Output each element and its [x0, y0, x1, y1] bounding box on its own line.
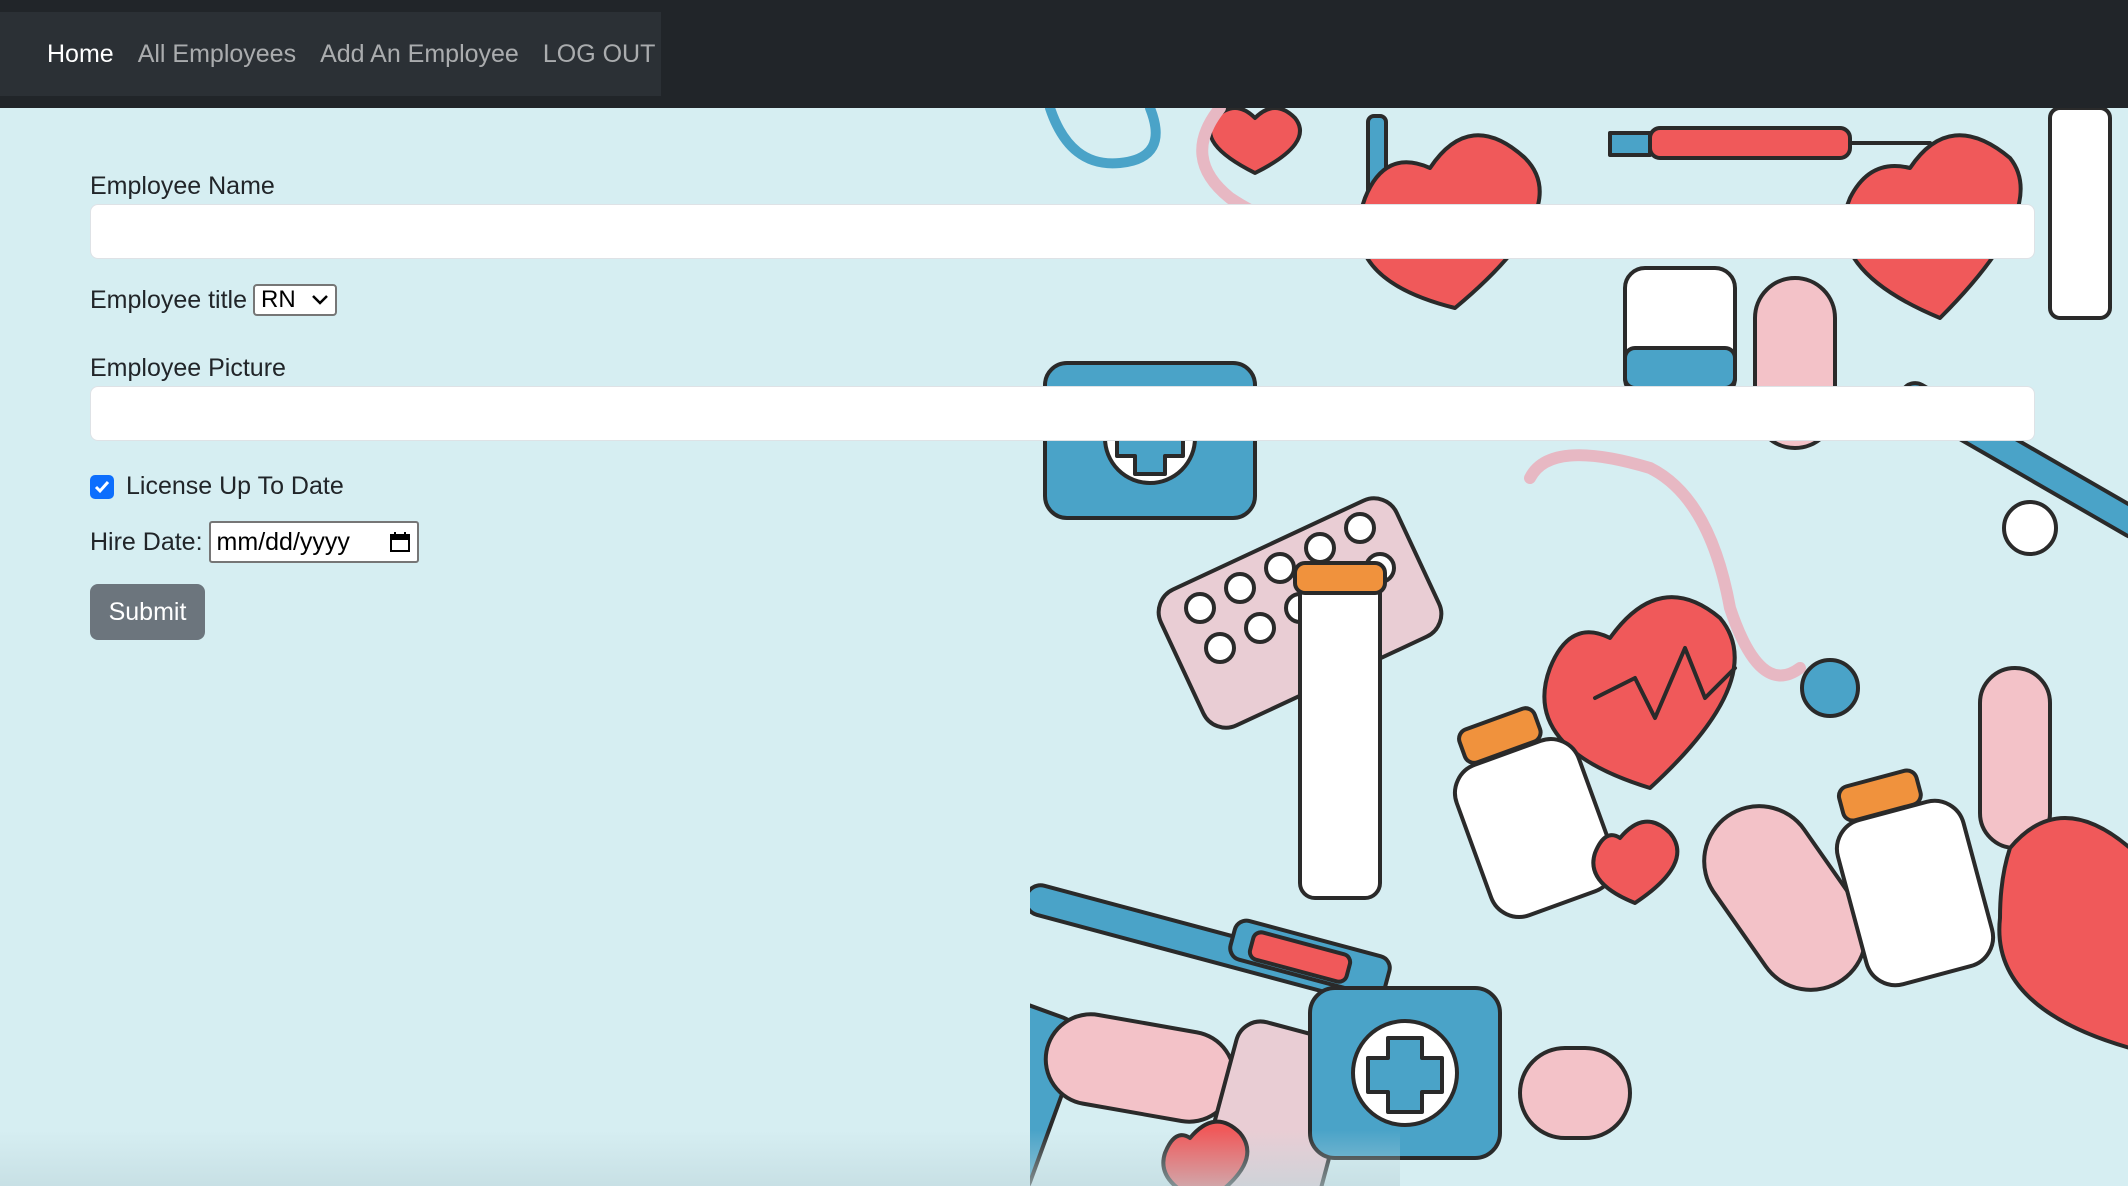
- nav-logout-link[interactable]: LOG OUT: [543, 40, 656, 69]
- employee-title-label: Employee title: [90, 285, 248, 314]
- hire-date-placeholder: mm/dd/yyyy: [216, 527, 350, 556]
- employee-title-selected-value: RN: [261, 286, 296, 313]
- nav-all-employees-link[interactable]: All Employees: [138, 40, 296, 69]
- submit-button[interactable]: Submit: [90, 584, 205, 640]
- employee-picture-label: Employee Picture: [90, 354, 286, 382]
- checkmark-icon: [94, 480, 110, 493]
- chevron-down-icon: [312, 295, 328, 305]
- nav-menu: Home All Employees Add An Employee LOG O…: [0, 12, 661, 96]
- license-checkbox[interactable]: [90, 474, 114, 499]
- bottom-shadow: [0, 1130, 1400, 1186]
- license-row: License Up To Date: [90, 472, 2035, 501]
- hire-date-label: Hire Date:: [90, 527, 203, 556]
- license-label: License Up To Date: [126, 472, 344, 500]
- employee-title-select[interactable]: RN: [253, 284, 338, 316]
- employee-picture-input[interactable]: [90, 386, 2035, 441]
- hire-date-row: Hire Date: mm/dd/yyyy: [90, 521, 2035, 563]
- calendar-icon[interactable]: [389, 531, 411, 553]
- employee-name-label: Employee Name: [90, 172, 275, 200]
- employee-name-input[interactable]: [90, 204, 2035, 259]
- hire-date-input[interactable]: mm/dd/yyyy: [208, 521, 419, 563]
- top-navbar: Home All Employees Add An Employee LOG O…: [0, 0, 2128, 108]
- employee-title-row: Employee title RN: [90, 284, 2035, 316]
- nav-home-link[interactable]: Home: [47, 40, 114, 69]
- nav-add-employee-link[interactable]: Add An Employee: [320, 40, 519, 69]
- employee-form: Employee Name Employee title RN Employee…: [90, 108, 2035, 640]
